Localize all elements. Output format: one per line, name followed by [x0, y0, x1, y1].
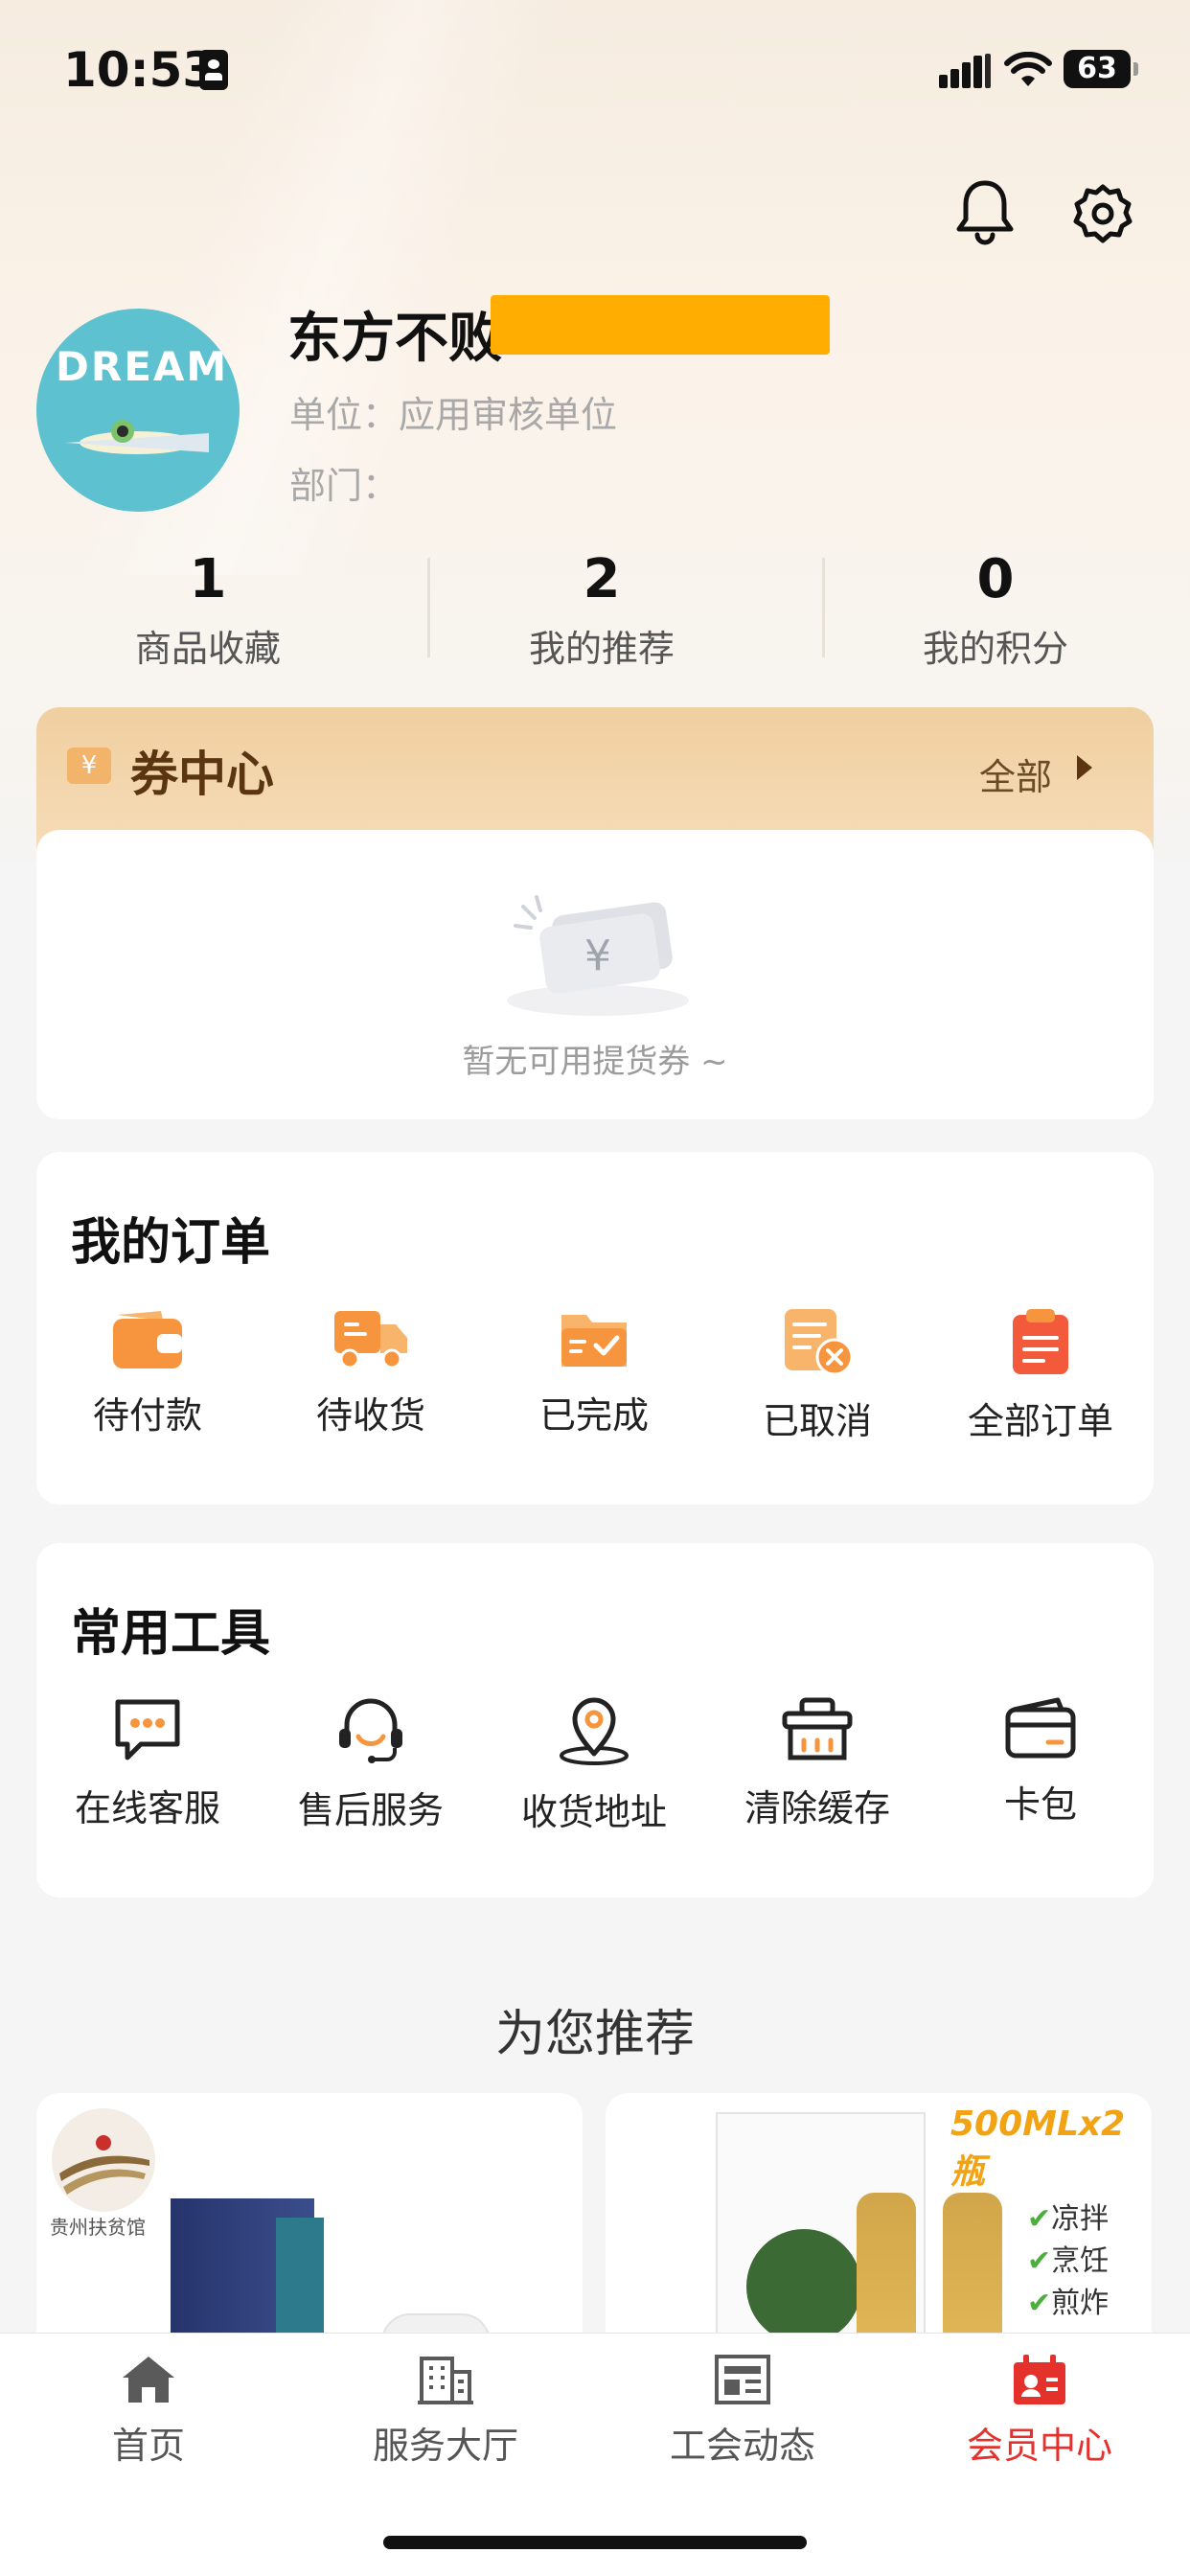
order-pending-payment[interactable]: 待付款 [36, 1307, 259, 1438]
tools-title: 常用工具 [71, 1605, 271, 1663]
order-all[interactable]: 全部订单 [929, 1307, 1152, 1444]
tab-label: 会员中心 [966, 2425, 1112, 2467]
order-pending-delivery[interactable]: 待收货 [260, 1307, 482, 1438]
tool-card-wallet[interactable]: 卡包 [929, 1696, 1152, 1828]
home-icon [123, 2357, 174, 2403]
product-badge: 500MLx2瓶 [950, 2104, 1126, 2192]
coupon-empty-text: 暂无可用提货券 ~ [462, 1043, 728, 1081]
recommend-title: 为您推荐 [494, 2006, 695, 2063]
signal-icon [939, 54, 993, 88]
svg-text:¥: ¥ [584, 932, 611, 980]
gear-icon[interactable] [1073, 184, 1133, 243]
tab-member-center[interactable]: 会员中心 [891, 2353, 1188, 2469]
card-icon [1005, 1697, 1076, 1759]
tab-label: 工会动态 [669, 2425, 815, 2467]
chevron-right-icon[interactable] [1077, 755, 1092, 780]
stat-value: 0 [976, 548, 1015, 610]
bell-icon[interactable] [953, 177, 1017, 246]
home-indicator[interactable] [383, 2536, 807, 2549]
location-icon [560, 1697, 629, 1765]
completed-icon [561, 1315, 627, 1367]
wallet-icon [113, 1311, 182, 1368]
tool-label: 收货地址 [520, 1791, 667, 1833]
status-time: 10:53 [63, 42, 217, 98]
coupon-body: ¥ 暂无可用提货券 ~ [36, 830, 1154, 1119]
brand-logo-icon [52, 2108, 155, 2212]
tab-label: 服务大厅 [372, 2425, 518, 2467]
stat-label: 我的积分 [922, 628, 1068, 670]
contact-card-icon [199, 50, 228, 90]
avatar-text: DREAM [56, 343, 229, 390]
stat-favorites[interactable]: 1 商品收藏 [64, 546, 352, 672]
cancelled-icon [785, 1309, 854, 1376]
brand-logo-text: 贵州扶贫馆 [50, 2216, 146, 2239]
tool-clear-cache[interactable]: 清除缓存 [706, 1696, 928, 1831]
battery-indicator: 63 [1064, 50, 1138, 88]
order-label: 已取消 [762, 1400, 872, 1442]
coupon-view-all-link[interactable]: 全部 [979, 748, 1052, 800]
headset-icon [339, 1698, 402, 1763]
product-tag-list: ✔凉拌 ✔烹饪 ✔煎炸 [1027, 2202, 1110, 2320]
order-completed[interactable]: 已完成 [483, 1307, 705, 1438]
tab-label: 首页 [111, 2425, 185, 2467]
stat-divider [822, 558, 825, 657]
orders-title: 我的订单 [71, 1214, 271, 1272]
tool-label: 卡包 [1003, 1783, 1077, 1826]
building-icon [418, 2357, 473, 2404]
basket-icon [782, 1697, 853, 1760]
tool-online-service[interactable]: 在线客服 [36, 1696, 259, 1831]
tool-label: 清除缓存 [744, 1787, 890, 1829]
empty-coupon-icon: ¥ [507, 895, 689, 1016]
coupon-ticket-icon: ¥ [67, 748, 111, 784]
my-orders-card: 我的订单 待付款 待收货 已完成 已取消 全部订单 [36, 1152, 1154, 1505]
tab-union-news[interactable]: 工会动态 [594, 2353, 891, 2469]
stat-value: 1 [189, 548, 227, 610]
wifi-icon [1004, 52, 1052, 86]
clipboard-icon [1013, 1309, 1068, 1374]
stat-points[interactable]: 0 我的积分 [852, 546, 1139, 672]
tool-label: 在线客服 [74, 1787, 220, 1829]
stat-recommendations[interactable]: 2 我的推荐 [458, 546, 745, 672]
stat-divider [427, 558, 430, 657]
chat-icon [115, 1699, 180, 1760]
stat-label: 我的推荐 [528, 628, 675, 670]
tool-label: 售后服务 [297, 1789, 444, 1831]
product-tag: 凉拌 [1051, 2202, 1110, 2236]
tool-after-sales[interactable]: 售后服务 [260, 1696, 482, 1833]
tool-shipping-address[interactable]: 收货地址 [483, 1696, 705, 1835]
home-indicator-area [0, 2476, 1190, 2576]
order-label: 待收货 [315, 1394, 425, 1437]
user-unit: 单位：应用审核单位 [289, 394, 618, 436]
stat-value: 2 [583, 548, 621, 610]
order-label: 全部订单 [967, 1400, 1113, 1442]
product-tag: 烹饪 [1051, 2244, 1110, 2278]
bottom-tab-bar: 首页 服务大厅 工会动态 会员中心 [0, 2333, 1190, 2477]
user-name: 东方不败 [287, 308, 502, 370]
coupon-center-card: ¥ 券中心 全部 ¥ 暂无可用提货券 ~ [36, 707, 1154, 1119]
product-tag: 煎炸 [1051, 2287, 1110, 2320]
tab-home[interactable]: 首页 [0, 2353, 297, 2469]
member-icon [1014, 2355, 1065, 2404]
coupon-title: 券中心 [130, 747, 274, 802]
avatar-illustration [65, 420, 209, 454]
news-icon [715, 2355, 770, 2404]
tab-service-hall[interactable]: 服务大厅 [297, 2353, 594, 2469]
common-tools-card: 常用工具 在线客服 售后服务 收货地址 清除缓存 卡包 [36, 1543, 1154, 1898]
stat-label: 商品收藏 [134, 628, 281, 670]
avatar[interactable]: DREAM [36, 309, 240, 512]
order-label: 待付款 [92, 1394, 202, 1437]
order-label: 已完成 [538, 1394, 649, 1437]
order-cancelled[interactable]: 已取消 [706, 1307, 928, 1444]
truck-icon [334, 1311, 407, 1369]
redaction-block [491, 295, 830, 355]
user-dept: 部门： [289, 465, 400, 507]
